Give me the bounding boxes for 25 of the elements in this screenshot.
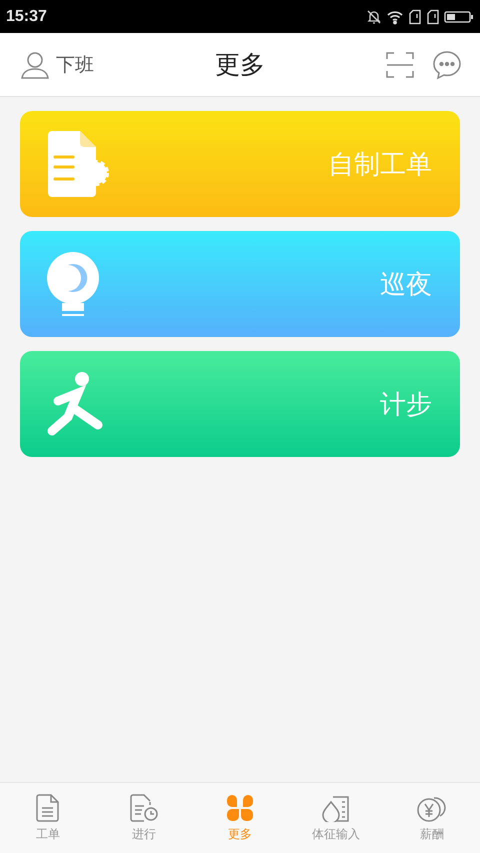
tab-item[interactable]: 工单 [0,783,96,853]
menu-card[interactable]: 计步 [20,351,460,457]
tab-item[interactable]: 薪酬 [384,783,480,853]
scan-icon[interactable] [386,50,414,78]
document-icon [36,794,60,822]
sim-icon [408,8,422,24]
sim-icon [426,8,440,24]
battery-icon [444,8,474,24]
tab-item[interactable]: 体征输入 [288,783,384,853]
chat-icon[interactable] [432,50,462,80]
user-button[interactable]: 下班 [20,50,94,80]
bell-muted-icon [366,8,382,24]
tab-item[interactable]: 更多 [192,783,288,853]
tab-item[interactable]: 进行 [96,783,192,853]
status-time: 15:37 [6,8,47,26]
drop-document-icon [321,794,351,822]
user-icon [20,50,50,80]
wifi-icon [386,8,404,24]
page-title: 更多 [215,49,265,81]
menu-card[interactable]: 自制工单 [20,111,460,217]
menu-card[interactable]: 巡夜 [20,231,460,337]
document-clock-icon [130,794,158,822]
document-gear-icon [46,131,112,197]
four-petal-icon [226,794,254,822]
moon-bulb-icon [46,251,102,317]
